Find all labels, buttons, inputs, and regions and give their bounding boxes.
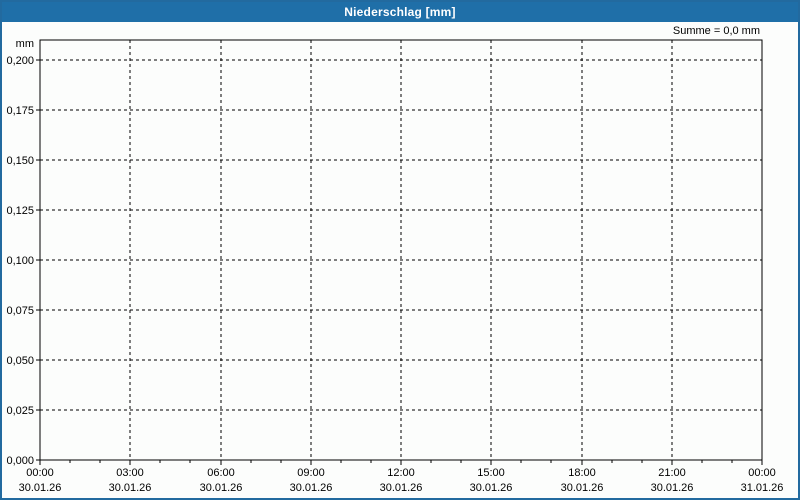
sum-label: Summe = 0,0 mm — [673, 25, 760, 37]
y-tick-label: 0,075 — [6, 305, 34, 317]
y-tick-label: 0,050 — [6, 355, 34, 367]
x-time-label: 03:00 — [116, 467, 144, 479]
x-time-label: 15:00 — [477, 467, 505, 479]
x-date-label: 30.01.26 — [651, 482, 694, 494]
y-unit-label: mm — [16, 38, 34, 50]
x-date-label: 30.01.26 — [19, 482, 62, 494]
y-tick-label: 0,025 — [6, 405, 34, 417]
x-date-label: 30.01.26 — [109, 482, 152, 494]
chart-window: Niederschlag [mm] 0,000 0,025 0,050 0,075 0,… — [0, 0, 800, 500]
x-time-label: 06:00 — [207, 467, 235, 479]
x-date-label: 30.01.26 — [380, 482, 423, 494]
x-date-label: 30.01.26 — [470, 482, 513, 494]
x-time-label: 00:00 — [748, 467, 776, 479]
x-date-label: 30.01.26 — [290, 482, 333, 494]
x-date-label: 30.01.26 — [561, 482, 604, 494]
x-date-label: 30.01.26 — [200, 482, 243, 494]
y-tick-label: 0,200 — [6, 55, 34, 67]
y-tick-label: 0,125 — [6, 205, 34, 217]
x-time-label: 09:00 — [297, 467, 325, 479]
y-tick-label: 0,100 — [6, 255, 34, 267]
x-time-label: 00:00 — [26, 467, 54, 479]
plot-area: 0,000 0,025 0,050 0,075 0,100 0,125 0,150 0,175… — [6, 25, 784, 494]
x-date-label: 31.01.26 — [741, 482, 784, 494]
x-time-label: 18:00 — [568, 467, 596, 479]
x-time-label: 12:00 — [387, 467, 415, 479]
y-tick-label: 0,000 — [6, 455, 34, 467]
y-tick-label: 0,150 — [6, 155, 34, 167]
y-tick-label: 0,175 — [6, 105, 34, 117]
x-time-label: 21:00 — [658, 467, 686, 479]
